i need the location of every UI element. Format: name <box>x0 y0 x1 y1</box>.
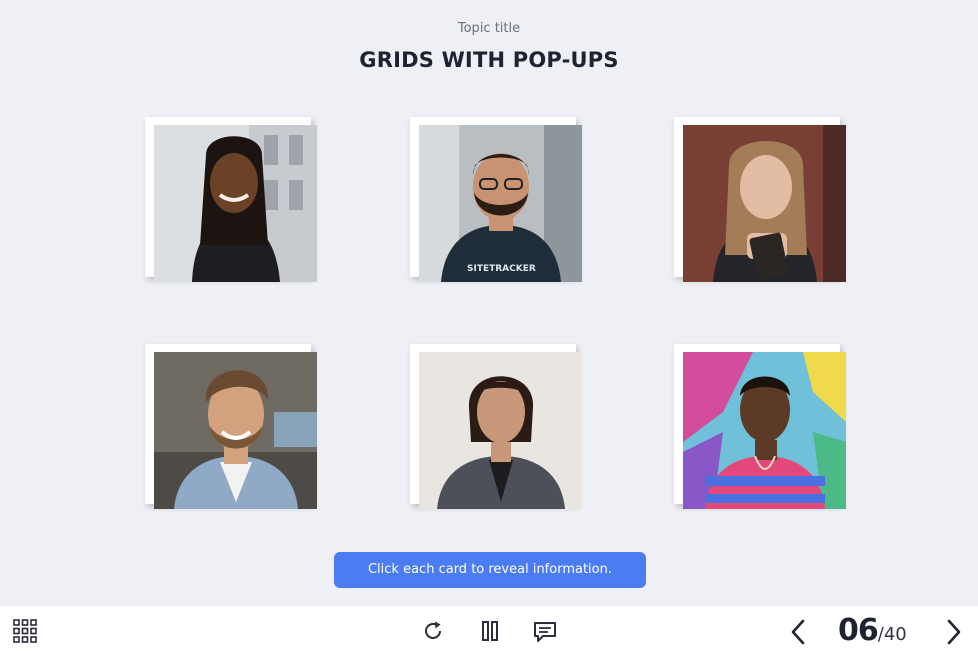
page-title: GRIDS WITH POP-UPS <box>359 48 619 72</box>
card-4-photo <box>154 352 317 509</box>
card-5[interactable] <box>410 344 582 509</box>
footer-toolbar: 06/40 <box>0 606 978 656</box>
chevron-left-icon[interactable] <box>788 618 808 646</box>
card-1[interactable] <box>145 117 317 282</box>
portrait-image <box>154 352 317 509</box>
card-2-photo: SITETRACKER <box>419 125 582 282</box>
menu-grid-icon[interactable] <box>13 619 37 643</box>
card-3-photo <box>683 125 846 282</box>
comment-icon[interactable] <box>533 621 557 643</box>
pause-icon[interactable] <box>480 620 500 642</box>
card-3[interactable] <box>674 117 846 282</box>
portrait-image: SITETRACKER <box>419 125 582 282</box>
page-total: 40 <box>883 624 907 645</box>
card-6-photo <box>683 352 846 509</box>
card-5-photo <box>419 352 582 509</box>
portrait-image <box>683 125 846 282</box>
portrait-image <box>154 125 317 282</box>
card-4[interactable] <box>145 344 317 509</box>
card-2[interactable]: SITETRACKER <box>410 117 582 282</box>
card-1-photo <box>154 125 317 282</box>
page-current: 06 <box>838 613 879 648</box>
portrait-image <box>683 352 846 509</box>
portrait-image <box>419 352 582 509</box>
topic-title: Topic title <box>457 21 521 36</box>
card-6[interactable] <box>674 344 846 509</box>
chevron-right-icon[interactable] <box>944 618 964 646</box>
reveal-info-button[interactable]: Click each card to reveal information. <box>334 552 646 588</box>
svg-text:SITETRACKER: SITETRACKER <box>467 264 536 274</box>
replay-icon[interactable] <box>422 620 444 642</box>
page-counter: 06/40 <box>838 614 907 648</box>
